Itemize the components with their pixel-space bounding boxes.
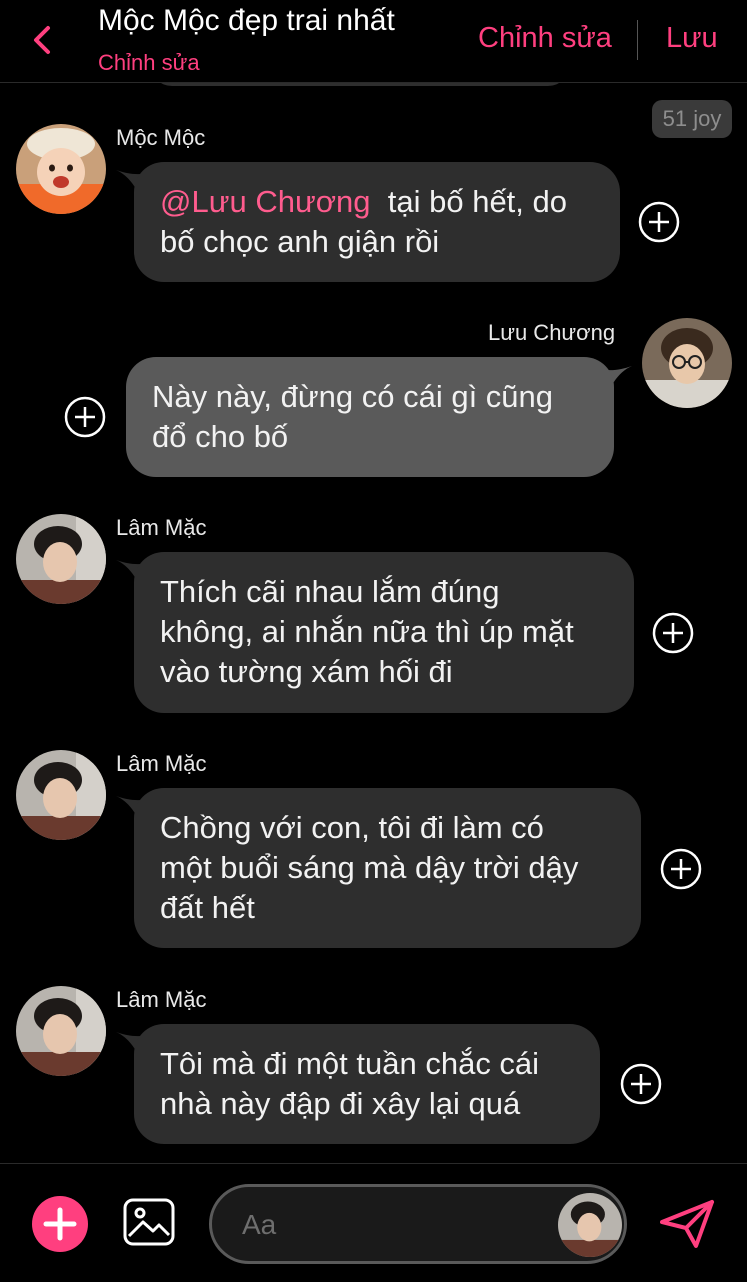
sender-name: Lâm Mặc: [116, 515, 207, 540]
save-button[interactable]: Lưu: [666, 22, 718, 55]
message-bubble[interactable]: Thích cãi nhau lắm đúng không, ai nhắn n…: [134, 552, 634, 713]
sender-name: Lưu Chương: [488, 320, 616, 345]
message-text: bố chọc anh giận rồi: [160, 224, 440, 259]
avatar-moc-moc[interactable]: [16, 124, 106, 214]
back-chevron-icon[interactable]: [26, 20, 62, 60]
chat-subtitle: Chỉnh sửa: [98, 50, 200, 75]
composer-bar: [0, 1163, 747, 1282]
add-reaction-icon[interactable]: [660, 848, 702, 890]
chat-title: Mộc Mộc đẹp trai nhất: [98, 4, 395, 37]
sender-name: Lâm Mặc: [116, 751, 207, 776]
send-icon[interactable]: [658, 1198, 716, 1250]
message-text: tại bố hết, do: [387, 184, 567, 219]
sender-name: Mộc Mộc: [116, 125, 206, 150]
joy-badge: 51 joy: [652, 100, 732, 138]
message-bubble[interactable]: @Lưu Chương tại bố hết, do bố chọc anh g…: [134, 162, 620, 282]
mention-link[interactable]: @Lưu Chương: [160, 184, 371, 219]
message-input[interactable]: [240, 1203, 544, 1247]
avatar-lam-mac[interactable]: [16, 750, 106, 840]
message-text: Tôi mà đi một tuần chắc cái: [160, 1046, 540, 1081]
add-reaction-icon[interactable]: [620, 1063, 662, 1105]
message-bubble[interactable]: Chồng với con, tôi đi làm có một buổi sá…: [134, 788, 641, 948]
chat-header: Mộc Mộc đẹp trai nhất Chỉnh sửa Chỉnh sử…: [0, 0, 747, 83]
plus-icon: [43, 1207, 77, 1241]
message-text: đổ cho bố: [152, 419, 289, 454]
message-text: một buổi sáng mà dậy trời dậy: [160, 850, 579, 885]
message-text: không, ai nhắn nữa thì úp mặt: [160, 614, 574, 649]
message-input-wrapper[interactable]: [209, 1184, 627, 1264]
sender-name: Lâm Mặc: [116, 987, 207, 1012]
add-reaction-icon[interactable]: [652, 612, 694, 654]
input-avatar[interactable]: [558, 1193, 622, 1257]
edit-button[interactable]: Chỉnh sửa: [478, 22, 612, 55]
message-text: Chồng với con, tôi đi làm có: [160, 810, 544, 845]
message-bubble[interactable]: Này này, đừng có cái gì cũng đổ cho bố: [126, 357, 614, 477]
message-bubble[interactable]: Tôi mà đi một tuần chắc cái nhà này đập …: [134, 1024, 600, 1144]
header-divider: [637, 20, 638, 60]
add-button[interactable]: [32, 1196, 88, 1252]
message-text: Này này, đừng có cái gì cũng: [152, 379, 554, 414]
add-reaction-icon[interactable]: [64, 396, 106, 438]
message-text: Thích cãi nhau lắm đúng: [160, 574, 500, 609]
add-reaction-icon[interactable]: [638, 201, 680, 243]
message-text: vào tường xám hối đi: [160, 654, 453, 689]
avatar-lam-mac[interactable]: [16, 514, 106, 604]
avatar-lam-mac[interactable]: [16, 986, 106, 1076]
avatar-luu-chuong[interactable]: [642, 318, 732, 408]
message-text: nhà này đập đi xây lại quá: [160, 1086, 521, 1121]
message-text: đất hết: [160, 890, 255, 925]
image-icon[interactable]: [123, 1198, 175, 1246]
